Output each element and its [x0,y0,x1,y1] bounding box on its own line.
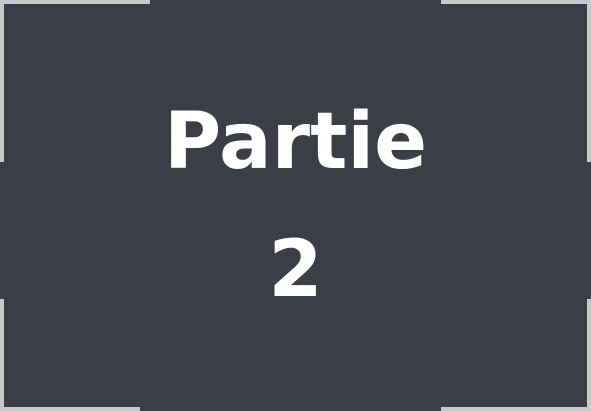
section-slide: Partie 2 [0,0,591,411]
section-title: Partie 2 [0,78,591,334]
frame-corner-bottom-left [0,407,140,411]
frame-corner-top-right [441,0,591,4]
frame-corner-bottom-right [441,407,591,411]
frame-corner-top-left [0,0,150,4]
section-title-line-1: Partie [163,97,428,187]
section-title-line-2: 2 [268,225,323,315]
